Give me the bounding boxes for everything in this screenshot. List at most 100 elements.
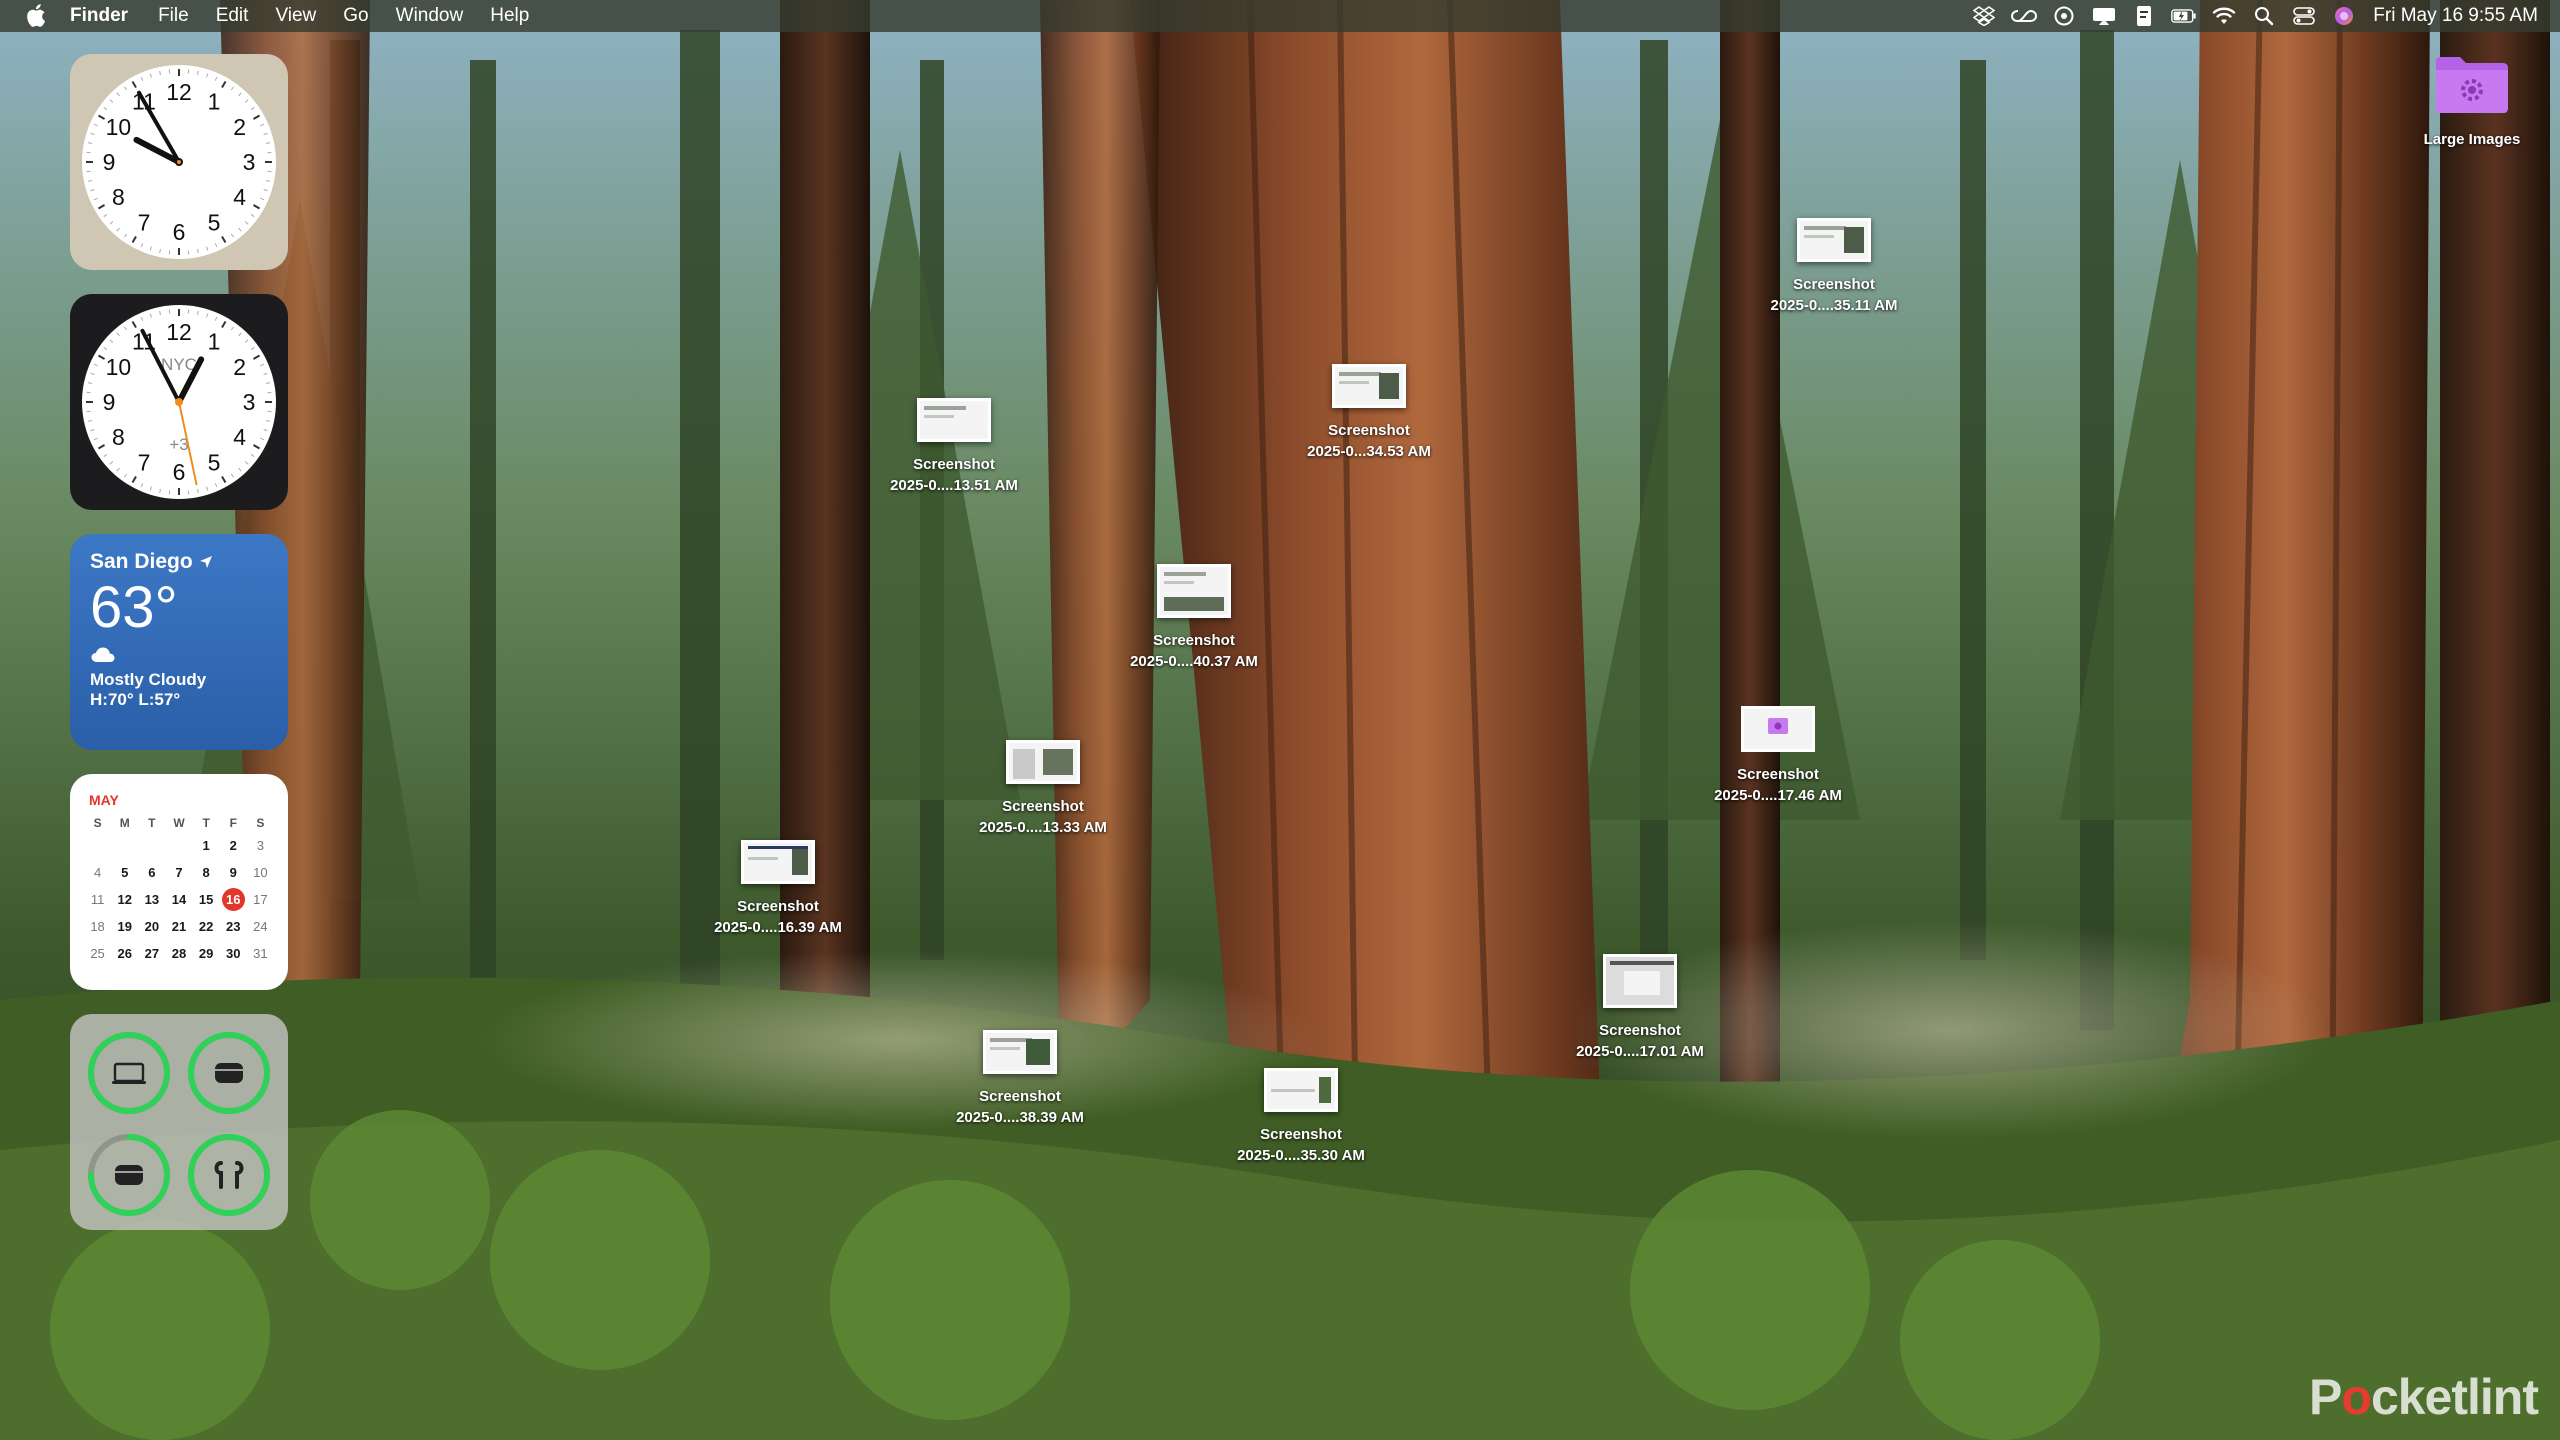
desktop-screenshot[interactable]: Screenshot 2025-0....40.37 AM — [1099, 564, 1289, 672]
calendar-day: 8 — [202, 865, 210, 880]
control-center-icon[interactable] — [2291, 5, 2317, 27]
calendar-weekday: M — [119, 816, 130, 830]
clock-numeral: 10 — [106, 114, 132, 140]
clock-widget-local[interactable]: 123456789101112 — [70, 54, 288, 270]
calendar-day: 18 — [90, 919, 105, 934]
desktop-screenshot[interactable]: Screenshot 2025-0...34.53 AM — [1274, 364, 1464, 462]
siri-icon[interactable] — [2331, 5, 2357, 27]
calendar-day: 31 — [253, 946, 268, 961]
menu-bar: Finder File Edit View Go Window Help Fri… — [0, 0, 2560, 32]
clock-numeral: 1 — [208, 328, 221, 354]
calendar-day: 4 — [93, 865, 102, 880]
airpods-icon — [214, 1161, 244, 1189]
desktop-screenshot[interactable]: Screenshot 2025-0....38.39 AM — [925, 1030, 1115, 1128]
desktop-item-label: Screenshot 2025-0....13.33 AM — [979, 798, 1107, 836]
menu-go[interactable]: Go — [343, 5, 368, 27]
weather-high-low: H:70° L:57° — [90, 690, 181, 709]
calendar-grid: S M T W T F S 1 2 3 4 5 6 7 8 9 10 11 12 13 14 15 16 17 18 19 20 21… — [84, 816, 274, 965]
desktop-item-label: Screenshot 2025-0....35.30 AM — [1237, 1126, 1365, 1164]
menu-finder[interactable]: Finder — [70, 5, 128, 27]
desktop-folder-large-images[interactable]: Large Images — [2377, 52, 2560, 150]
clock-numeral: 9 — [103, 149, 116, 175]
calendar-day: 15 — [198, 892, 214, 907]
desktop-screenshot[interactable]: Screenshot 2025-0....35.11 AM — [1739, 218, 1929, 316]
desktop-screenshot[interactable]: Screenshot 2025-0....13.51 AM — [859, 398, 1049, 496]
desktop-item-label: Screenshot 2025-0....38.39 AM — [956, 1088, 1084, 1126]
screenshot-thumbnail — [1157, 564, 1231, 618]
calendar-day: 20 — [144, 919, 160, 934]
clock-city-label: NYC — [161, 355, 197, 374]
calendar-day: 22 — [198, 919, 214, 934]
clock-numeral: 12 — [166, 79, 192, 105]
calendar-weekday: W — [173, 816, 185, 830]
desktop-item-label: Screenshot 2025-0....17.01 AM — [1576, 1022, 1704, 1060]
calendar-day: 29 — [198, 946, 214, 961]
batteries-widget[interactable] — [70, 1014, 288, 1230]
desktop-screenshot[interactable]: Screenshot 2025-0....16.39 AM — [683, 840, 873, 938]
calendar-day: 10 — [253, 865, 268, 880]
calendar-day: 5 — [121, 865, 129, 880]
clock-numeral: 8 — [112, 184, 125, 210]
menu-edit[interactable]: Edit — [216, 5, 249, 27]
cloud-icon — [91, 647, 115, 662]
clock-numeral: 3 — [243, 149, 256, 175]
calendar-day: 21 — [171, 919, 187, 934]
clock-numeral: 12 — [166, 319, 192, 345]
screenshot-thumbnail — [741, 840, 815, 884]
dropbox-icon[interactable] — [1971, 5, 1997, 27]
desktop-screenshot[interactable]: Screenshot 2025-0....13.33 AM — [948, 740, 1138, 838]
calendar-weekday: F — [229, 816, 237, 830]
wifi-icon[interactable] — [2211, 5, 2237, 27]
menu-window[interactable]: Window — [396, 5, 464, 27]
calendar-day: 25 — [90, 946, 105, 961]
search-icon[interactable] — [2251, 5, 2277, 27]
menu-help[interactable]: Help — [490, 5, 529, 27]
menu-file[interactable]: File — [158, 5, 189, 27]
screenshot-thumbnail — [1741, 706, 1815, 752]
battery-ring — [184, 1028, 274, 1118]
creative-cloud-icon[interactable] — [2011, 5, 2038, 27]
screen-mirroring-icon[interactable] — [2091, 5, 2117, 27]
clock-numeral: 2 — [233, 354, 246, 380]
menubar-clock[interactable]: Fri May 16 9:55 AM — [2373, 5, 2538, 27]
desktop-screenshot[interactable]: Screenshot 2025-0....35.30 AM — [1206, 1068, 1396, 1166]
calendar-day: 11 — [90, 892, 105, 907]
screenshot-thumbnail — [983, 1030, 1057, 1074]
calendar-day: 12 — [117, 892, 132, 907]
calendar-day: 19 — [117, 919, 132, 934]
weather-city: San Diego — [90, 550, 268, 574]
desktop-item-label: Screenshot 2025-0....35.11 AM — [1770, 276, 1898, 314]
airpods-case-icon — [215, 1063, 243, 1083]
calendar-month: MAY — [89, 792, 119, 808]
clock-numeral: 2 — [233, 114, 246, 140]
clock-numeral: 10 — [106, 354, 132, 380]
weather-city-name: San Diego — [90, 550, 193, 573]
weather-temperature: 63° — [90, 575, 178, 640]
pocketlint-watermark: Pocketlint — [2309, 1369, 2539, 1425]
copilot-icon[interactable] — [2051, 5, 2077, 27]
document-icon[interactable] — [2131, 5, 2157, 27]
folder-icon — [2436, 57, 2508, 113]
battery-ring — [84, 1028, 174, 1118]
calendar-widget[interactable]: MAY S M T W T F S 1 2 3 4 5 6 7 8 9 10 11 12 13 14 15 16 17 18 19… — [70, 774, 288, 990]
menu-view[interactable]: View — [275, 5, 316, 27]
calendar-day: 14 — [171, 892, 187, 907]
screenshot-thumbnail — [1264, 1068, 1338, 1112]
desktop-screenshot[interactable]: Screenshot 2025-0....17.46 AM — [1683, 706, 1873, 806]
forest-wallpaper — [0, 0, 2560, 1440]
desktop-screenshot[interactable]: Screenshot 2025-0....17.01 AM — [1545, 954, 1735, 1062]
battery-ring — [84, 1130, 174, 1220]
calendar-day — [111, 834, 138, 857]
clock-widget-world[interactable]: 1 2 3 4 5 6 7 8 9 10 11 12 NYC +3 — [70, 294, 288, 510]
desktop-item-label: Large Images — [2423, 131, 2521, 148]
clock-numeral: 8 — [112, 424, 125, 450]
calendar-day: 2 — [229, 838, 237, 853]
apple-logo-icon[interactable] — [24, 3, 46, 29]
desktop-item-label: Screenshot 2025-0...34.53 AM — [1307, 422, 1431, 460]
weather-widget[interactable]: San Diego 63° Mostly Cloudy H:70° L:57° — [70, 534, 288, 750]
calendar-weekday: S — [93, 816, 102, 830]
calendar-day: 6 — [148, 865, 156, 880]
calendar-day: 1 — [202, 838, 210, 853]
airpods-case-icon — [115, 1165, 143, 1185]
battery-charging-icon[interactable] — [2171, 5, 2197, 27]
